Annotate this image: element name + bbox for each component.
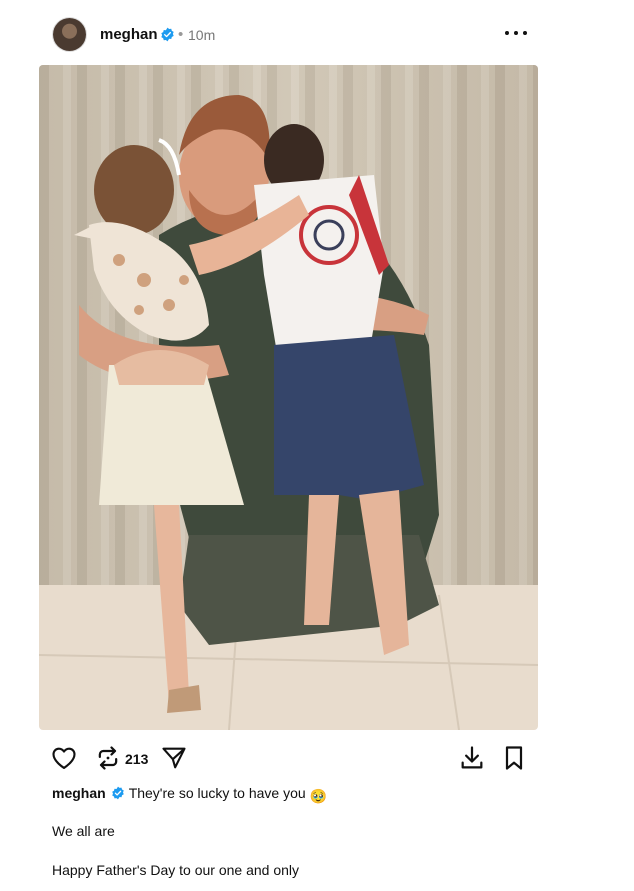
post-image[interactable] <box>39 65 538 730</box>
download-icon[interactable] <box>458 744 486 772</box>
meta-separator: • <box>178 26 184 43</box>
like-heart-icon[interactable] <box>50 744 78 772</box>
post-caption: meghan They're so lucky to have you 🥹 <box>52 785 328 804</box>
post-username[interactable]: meghan <box>100 26 158 43</box>
caption-line-2: We all are <box>52 823 115 839</box>
caption-text: They're so lucky to have you <box>128 785 306 801</box>
bookmark-icon[interactable] <box>500 744 528 772</box>
verified-badge-icon <box>161 27 174 42</box>
post-photo-illustration <box>39 65 538 730</box>
repost-icon[interactable] <box>94 744 122 772</box>
more-options-icon[interactable] <box>505 24 527 42</box>
repost-count: 213 <box>125 751 149 767</box>
post-header: meghan • 10m <box>0 0 634 66</box>
caption-emoji: 🥹 <box>309 788 328 804</box>
share-send-icon[interactable] <box>160 744 188 772</box>
post-action-bar: 213 <box>0 738 634 778</box>
profile-avatar[interactable] <box>53 18 86 51</box>
post-timestamp: 10m <box>188 27 216 43</box>
caption-line-3: Happy Father's Day to our one and only <box>52 862 300 878</box>
caption-username[interactable]: meghan <box>52 785 106 801</box>
caption-verified-badge-icon <box>111 786 124 800</box>
